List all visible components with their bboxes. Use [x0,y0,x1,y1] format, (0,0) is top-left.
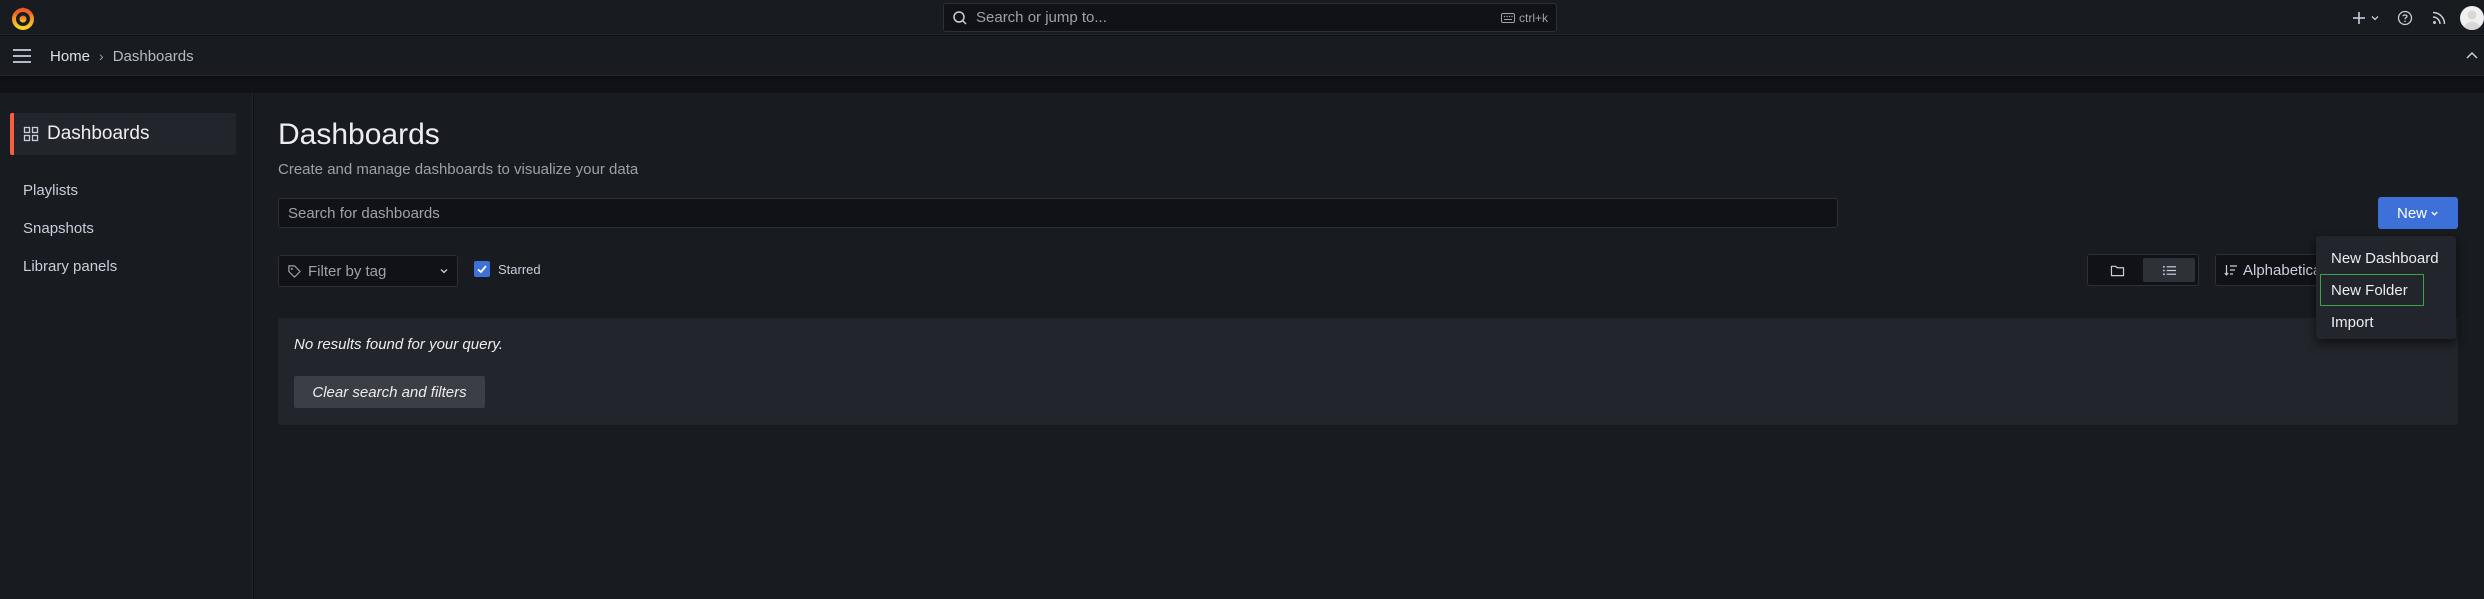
main-content: Dashboards Create and manage dashboards … [254,93,2484,599]
starred-filter[interactable]: Starred [474,261,541,277]
empty-results-message: No results found for your query. [294,336,503,353]
tag-icon [288,264,301,278]
filter-by-tag-select[interactable]: Filter by tag [278,255,458,287]
new-button[interactable]: New [2378,197,2458,229]
folder-icon [2110,265,2124,276]
global-search-input[interactable]: Search or jump to... ctrl+k [943,3,1557,32]
user-avatar[interactable] [2460,5,2484,30]
user-icon [2464,10,2480,30]
folder-view-button[interactable] [2091,258,2143,282]
top-navbar: Search or jump to... ctrl+k [0,0,2484,35]
chevron-right-icon: › [99,48,104,64]
sidebar-item-library-panels[interactable]: Library panels [23,258,117,275]
clear-search-button[interactable]: Clear search and filters [294,376,485,408]
chevron-down-icon [2431,211,2438,216]
section-sidebar: Dashboards Playlists Snapshots Library p… [0,93,253,599]
new-dropdown-menu: New Dashboard New Folder Import [2316,236,2456,339]
search-shortcut: ctrl+k [1500,10,1548,25]
global-search-placeholder: Search or jump to... [976,9,1107,26]
plus-icon [2353,11,2365,24]
help-button[interactable] [2392,0,2418,35]
chevron-up-icon[interactable] [2464,48,2480,64]
dashboard-search-placeholder: Search for dashboards [288,204,440,222]
page-title: Dashboards [278,118,440,151]
sidebar-item-dashboards[interactable]: Dashboards [10,113,236,155]
sidebar-item-playlists[interactable]: Playlists [23,182,78,199]
breadcrumb-current: Dashboards [112,47,194,65]
breadcrumb: Home › Dashboards [50,36,194,76]
question-circle-icon [2397,10,2413,25]
dashboard-search-input[interactable]: Search for dashboards [278,198,1838,228]
starred-checkbox[interactable] [474,261,490,277]
empty-results-panel: No results found for your query. Clear s… [278,318,2458,425]
starred-label: Starred [498,261,541,277]
new-button-label: New [2396,204,2427,222]
search-shortcut-label: ctrl+k [1518,10,1548,25]
page-subtitle: Create and manage dashboards to visualiz… [278,161,639,178]
breadcrumb-home-link[interactable]: Home [50,48,90,65]
topbar-actions [2346,0,2484,35]
breadcrumb-bar: Home › Dashboards [0,36,2484,76]
apps-icon [23,126,39,142]
view-mode-toggle [2087,254,2199,286]
sidebar-item-snapshots[interactable]: Snapshots [23,220,94,237]
sort-amount-down-icon [2224,265,2237,276]
list-icon [2162,265,2176,275]
check-icon [477,265,487,274]
grafana-logo-icon[interactable] [10,5,36,31]
chevron-down-icon [440,269,448,274]
news-button[interactable] [2426,0,2452,35]
chevron-down-icon [2371,15,2379,20]
menu-item-new-dashboard[interactable]: New Dashboard [2320,242,2452,274]
keyboard-icon [1500,12,1515,23]
rss-icon [2432,11,2446,24]
sidebar-item-label: Dashboards [47,123,150,144]
add-new-button[interactable] [2346,0,2386,35]
list-view-button[interactable] [2143,258,2195,282]
search-icon [953,10,967,25]
menu-item-new-folder[interactable]: New Folder [2320,274,2424,306]
menu-item-import[interactable]: Import [2320,306,2452,338]
filter-by-tag-placeholder: Filter by tag [308,262,387,280]
menu-icon[interactable] [12,47,32,65]
